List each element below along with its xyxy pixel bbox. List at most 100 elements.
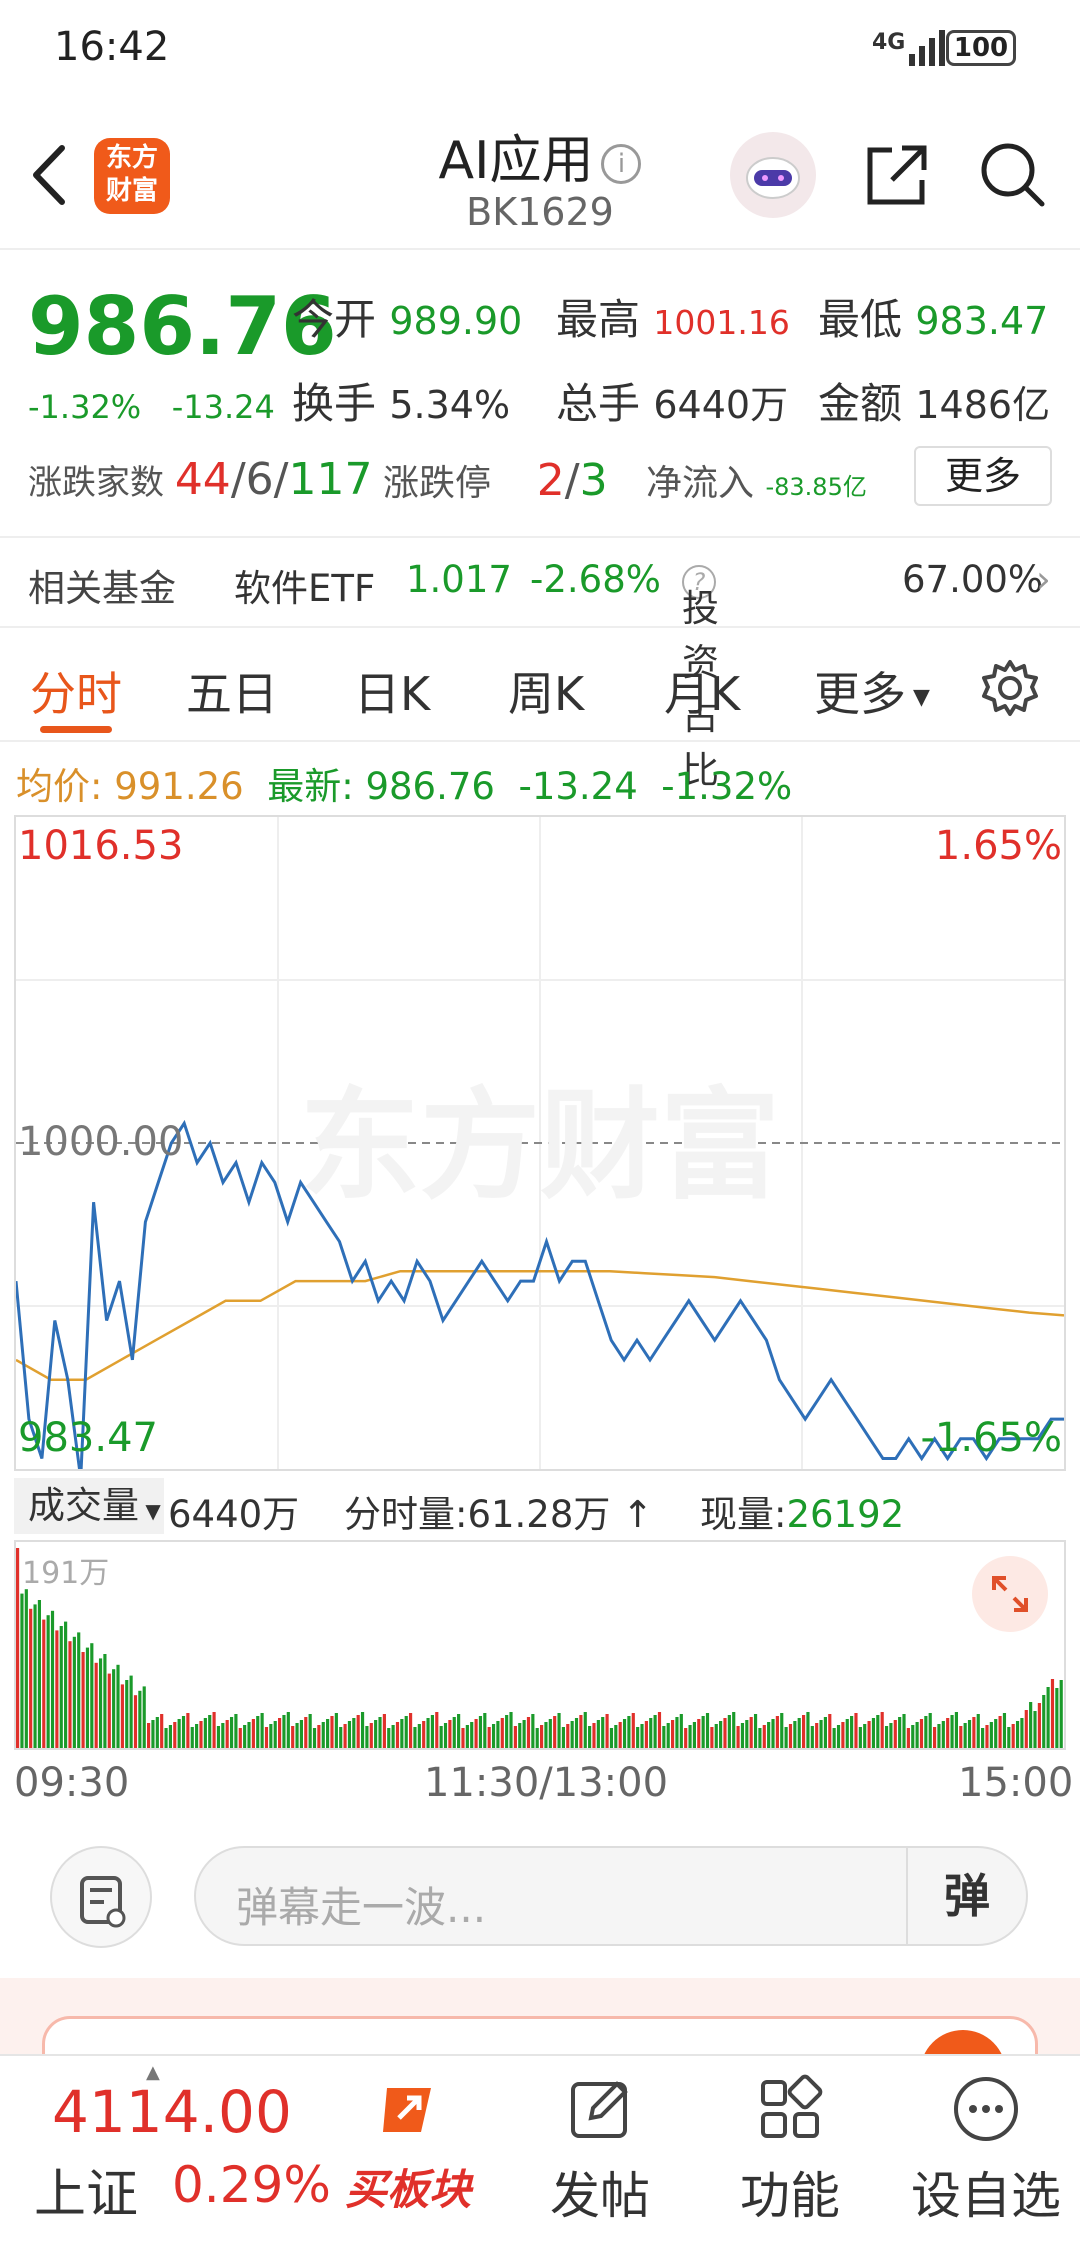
volume-bar — [33, 1604, 37, 1748]
volume-bar — [684, 1728, 688, 1748]
network-indicator: 4G — [872, 30, 906, 55]
volume-bar — [627, 1716, 631, 1748]
volume-bar — [37, 1600, 41, 1748]
volume-bar — [845, 1719, 849, 1748]
related-fund-row[interactable]: 相关基金 软件ETF 1.017 -2.68% 投资占比 ? 67.00% › — [0, 536, 1080, 792]
volume-bar — [972, 1717, 976, 1748]
active-tab-indicator — [40, 726, 112, 733]
volume-bar — [286, 1712, 290, 1748]
add-watchlist-button[interactable]: 设自选 — [906, 2074, 1066, 2228]
volume-bar — [247, 1722, 251, 1748]
volume-bar — [1024, 1710, 1028, 1748]
volume-bar — [190, 1727, 194, 1748]
volume-bar — [452, 1717, 456, 1748]
volume-bar — [470, 1722, 474, 1748]
volume-bar — [950, 1715, 954, 1748]
post-button[interactable]: 发帖 — [530, 2074, 670, 2228]
high-stat: 最高 1001.16 — [556, 295, 790, 344]
volume-bar — [461, 1728, 465, 1748]
volume-bar — [631, 1713, 635, 1748]
volume-bar — [535, 1728, 539, 1748]
low-stat: 最低 983.47 — [818, 295, 1049, 344]
search-icon[interactable] — [978, 140, 1048, 210]
volume-bar — [609, 1728, 614, 1748]
functions-button[interactable]: 功能 — [720, 2074, 860, 2228]
volume-bar — [902, 1714, 906, 1748]
more-stats-button[interactable]: 更多 — [914, 446, 1052, 506]
volume-bar — [740, 1723, 745, 1748]
top-pct-label: 1.65% — [934, 823, 1062, 869]
ai-assistant-icon[interactable] — [730, 132, 816, 218]
volume-bar — [487, 1727, 491, 1748]
limit-stat[interactable]: 涨跌停 2/3 — [383, 454, 608, 506]
volume-bar — [116, 1664, 120, 1748]
volume-bar — [946, 1718, 950, 1748]
volume-bar — [234, 1714, 238, 1748]
volume-bar — [243, 1725, 247, 1748]
index-value: 4114.00 — [52, 2078, 292, 2146]
volume-bar — [780, 1713, 784, 1748]
tab-monthly-k[interactable]: 月K — [664, 658, 740, 724]
gear-icon[interactable] — [980, 658, 1040, 718]
volume-bar — [103, 1654, 107, 1748]
tab-more[interactable]: 更多 ▼ — [814, 658, 930, 724]
buy-sector-button[interactable]: 买板块 — [338, 2074, 478, 2217]
expand-icon[interactable] — [972, 1556, 1048, 1632]
volume-bar — [679, 1714, 683, 1748]
volume-bar — [203, 1718, 207, 1748]
volume-bar — [941, 1721, 945, 1748]
share-icon[interactable] — [862, 140, 932, 210]
volume-bar — [753, 1714, 758, 1748]
volume-bar — [719, 1721, 723, 1748]
volume-bar — [802, 1715, 806, 1748]
edit-icon — [571, 2081, 628, 2138]
volume-bar — [884, 1726, 889, 1748]
max-volume-label: 191万 — [22, 1556, 110, 1591]
volume-bar — [636, 1727, 640, 1748]
volume-bar — [291, 1726, 295, 1748]
tab-intraday[interactable]: 分时 — [30, 658, 122, 724]
tab-daily-k[interactable]: 日K — [354, 658, 430, 724]
volume-bar — [823, 1717, 827, 1748]
volume-bar — [727, 1715, 731, 1748]
total-volume: 6440万 — [168, 1493, 300, 1536]
breadth-stat[interactable]: 涨跌家数 44/6/117 — [28, 454, 372, 505]
netflow-stat[interactable]: 净流入 -83.85亿 — [646, 454, 867, 506]
volume-bar — [264, 1727, 269, 1748]
volume-bar — [967, 1720, 972, 1748]
volume-bar — [893, 1720, 897, 1748]
volume-bar — [898, 1717, 902, 1748]
amount-stat: 金额 1486亿 — [818, 379, 1051, 428]
danmaku-input[interactable]: 弹幕走一波... 弹 — [194, 1846, 1028, 1946]
indicator-selector[interactable]: 成交量 ▼ — [14, 1478, 164, 1534]
volume-bar — [867, 1721, 871, 1748]
volume-bar — [1002, 1713, 1007, 1748]
volume-bar — [1029, 1702, 1033, 1748]
tab-weekly-k[interactable]: 周K — [508, 658, 584, 724]
volume-bar — [500, 1718, 504, 1748]
volume-bar — [439, 1726, 443, 1748]
volume-bar — [125, 1680, 129, 1748]
volume-bar — [653, 1715, 657, 1748]
volume-bar — [430, 1715, 434, 1748]
volume-bar — [413, 1727, 417, 1748]
volume-bar — [151, 1720, 155, 1748]
volume-bar — [387, 1728, 391, 1748]
volume-bar — [208, 1715, 212, 1748]
open-stat: 今开 989.90 — [292, 295, 523, 344]
volume-chart[interactable]: 191万 — [14, 1540, 1066, 1750]
volume-bar — [1046, 1687, 1050, 1748]
danmaku-toggle-button[interactable]: 弹 — [906, 1848, 1026, 1944]
volume-bar — [815, 1723, 819, 1748]
volume-bar — [168, 1725, 172, 1748]
danmaku-placeholder: 弹幕走一波... — [236, 1883, 487, 1932]
volume-bar — [810, 1726, 814, 1748]
bottom-pct-label: -1.65% — [920, 1415, 1062, 1461]
notes-button[interactable] — [50, 1846, 152, 1948]
info-icon[interactable]: i — [601, 144, 642, 184]
intraday-chart[interactable]: 东方财富 1016.53 1.65% 1000.00 983.47 -1.65% — [14, 815, 1066, 1471]
tab-five-day[interactable]: 五日 — [186, 658, 278, 724]
volume-bar — [919, 1719, 924, 1748]
volume-bar — [880, 1712, 884, 1748]
volume-bar — [422, 1721, 426, 1748]
